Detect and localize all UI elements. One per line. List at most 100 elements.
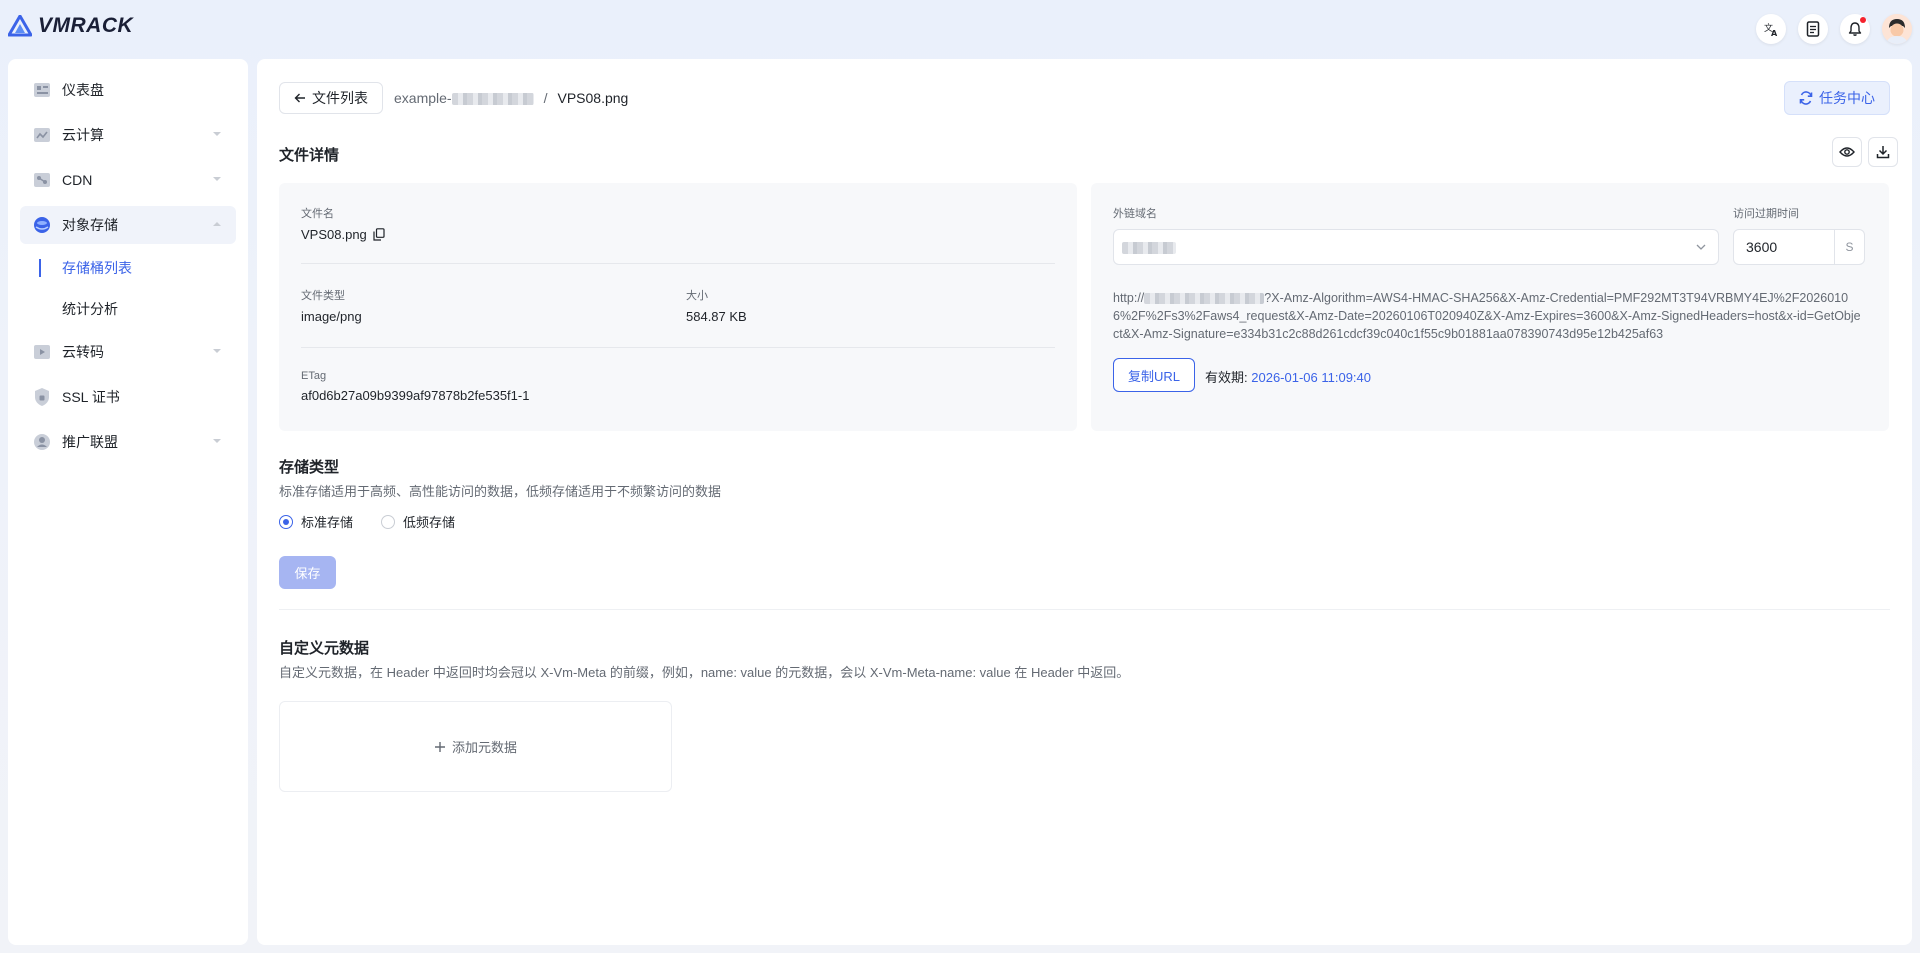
- radio-unchecked-icon: [381, 514, 396, 529]
- expire-unit: S: [1834, 230, 1864, 264]
- task-center-label: 任务中心: [1819, 90, 1875, 106]
- radio-checked-icon: [279, 514, 293, 529]
- ssl-shield-icon: [32, 387, 52, 407]
- back-button-label: 文件列表: [312, 90, 368, 106]
- sidebar-subitem-bucket-list[interactable]: 存储桶列表: [20, 251, 236, 285]
- breadcrumb-separator: /: [543, 90, 548, 106]
- copy-icon[interactable]: [373, 228, 385, 241]
- sidebar-item-label: 仪表盘: [62, 82, 104, 98]
- svg-text:A: A: [1771, 29, 1778, 37]
- expire-time-input[interactable]: 3600 S: [1733, 229, 1865, 265]
- sidebar-item-label: CDN: [62, 172, 93, 188]
- add-metadata-label: 添加元数据: [451, 740, 517, 755]
- filename-value: VPS08.png: [301, 227, 367, 242]
- custom-metadata-title: 自定义元数据: [279, 640, 370, 657]
- redacted-text: [451, 93, 534, 106]
- sidebar-item-label: SSL 证书: [62, 389, 120, 405]
- radio-infrequent-storage[interactable]: 低频存储: [381, 512, 455, 531]
- preview-button[interactable]: [1832, 137, 1862, 167]
- sidebar-item-dashboard[interactable]: 仪表盘: [20, 71, 236, 109]
- file-size-value: 584.87 KB: [686, 309, 747, 324]
- chevron-down-icon: [213, 439, 221, 443]
- redacted-domain: [1122, 242, 1176, 254]
- storage-type-radio-group: 标准存储 低频存储: [279, 512, 455, 531]
- copy-url-button[interactable]: 复制URL: [1113, 358, 1196, 392]
- vmrack-logo-icon: [8, 15, 32, 37]
- eye-icon: [1839, 147, 1855, 157]
- chevron-down-icon: [213, 349, 221, 353]
- save-button[interactable]: 保存: [279, 556, 336, 589]
- add-metadata-button[interactable]: 添加元数据: [279, 701, 672, 792]
- cdn-icon: [32, 170, 52, 190]
- plus-icon: [434, 741, 445, 752]
- sidebar-item-transcode[interactable]: 云转码: [20, 333, 236, 371]
- sidebar-item-object-storage[interactable]: 对象存储: [20, 206, 236, 244]
- download-button[interactable]: [1868, 137, 1898, 167]
- cloud-compute-icon: [32, 125, 52, 145]
- dashboard-icon: [32, 80, 52, 100]
- validity-label: 有效期:: [1205, 370, 1248, 385]
- bell-icon: [1848, 22, 1862, 36]
- sidebar-subitem-statistics[interactable]: 统计分析: [20, 292, 236, 326]
- arrow-left-icon: [294, 93, 305, 103]
- chevron-down-icon: [213, 132, 221, 136]
- breadcrumb-bucket-label: example-: [394, 90, 452, 106]
- brand-logo[interactable]: VMRACK: [8, 14, 133, 38]
- translate-icon: 文 A: [1764, 22, 1778, 37]
- download-icon: [1876, 146, 1890, 159]
- back-to-file-list-button[interactable]: 文件列表: [279, 82, 383, 114]
- validity: 有效期: 2026-01-06 11:09:40: [1205, 367, 1371, 386]
- storage-type-title: 存储类型: [279, 459, 340, 476]
- main-panel: 文件列表 example- / VPS08.png 任务中心 文件详情 文件名 …: [257, 59, 1912, 945]
- sidebar: 仪表盘 云计算 CDN 对象存储 存储桶列表 统计分析 云转码 SSL 证书 推…: [8, 59, 248, 945]
- custom-metadata-description: 自定义元数据，在 Header 中返回时均会冠以 X-Vm-Meta 的前缀，例…: [279, 665, 1130, 680]
- sidebar-item-cdn[interactable]: CDN: [20, 161, 236, 199]
- sidebar-item-affiliate[interactable]: 推广联盟: [20, 423, 236, 461]
- etag-label: ETag: [301, 370, 327, 382]
- domain-select[interactable]: [1113, 229, 1719, 265]
- file-size-label: 大小: [686, 290, 708, 302]
- sidebar-item-cloud-compute[interactable]: 云计算: [20, 116, 236, 154]
- sidebar-item-label: 对象存储: [62, 217, 118, 233]
- avatar-icon: [1882, 14, 1912, 44]
- brand-name: VMRACK: [38, 14, 134, 37]
- radio-label: 低频存储: [403, 515, 456, 530]
- validity-date: 2026-01-06 11:09:40: [1251, 370, 1371, 385]
- task-center-button[interactable]: 任务中心: [1784, 81, 1890, 115]
- notifications-button[interactable]: [1840, 14, 1870, 44]
- sidebar-item-label: 云转码: [62, 344, 104, 360]
- translate-button[interactable]: 文 A: [1756, 14, 1786, 44]
- filename-label: 文件名: [301, 208, 334, 220]
- url-prefix: http://: [1113, 291, 1145, 305]
- etag-value: af0d6b27a09b9399af97878b2fe535f1-1: [301, 388, 530, 403]
- expire-time-label: 访问过期时间: [1733, 208, 1799, 220]
- expire-time-value: 3600: [1746, 239, 1778, 255]
- domain-label: 外链域名: [1113, 208, 1157, 220]
- file-type-label: 文件类型: [301, 290, 345, 302]
- breadcrumb-bucket[interactable]: example-: [394, 90, 534, 106]
- storage-type-description: 标准存储适用于高频、高性能访问的数据，低频存储适用于不频繁访问的数据: [279, 484, 722, 499]
- file-info-card: 文件名 VPS08.png 文件类型 image/png 大小 584.87 K…: [279, 183, 1077, 431]
- affiliate-icon: [32, 432, 52, 452]
- chevron-down-icon: [213, 177, 221, 181]
- divider: [301, 263, 1055, 264]
- sidebar-item-ssl[interactable]: SSL 证书: [20, 378, 236, 416]
- chevron-up-icon: [213, 222, 221, 226]
- docs-button[interactable]: [1798, 14, 1828, 44]
- refresh-icon: [1799, 91, 1813, 105]
- external-link-card: 外链域名 访问过期时间 3600 S http://?X-Amz-Algorit…: [1091, 183, 1889, 431]
- document-icon: [1806, 21, 1820, 37]
- breadcrumb: example- / VPS08.png: [394, 90, 628, 106]
- user-avatar[interactable]: [1882, 14, 1912, 44]
- divider: [301, 347, 1055, 348]
- transcode-icon: [32, 342, 52, 362]
- file-details-title: 文件详情: [279, 147, 340, 164]
- redacted-host: [1144, 293, 1265, 305]
- sidebar-item-label: 推广联盟: [62, 434, 118, 450]
- radio-label: 标准存储: [301, 515, 354, 530]
- signed-url-text: http://?X-Amz-Algorithm=AWS4-HMAC-SHA256…: [1113, 289, 1865, 343]
- sidebar-item-label: 云计算: [62, 127, 104, 143]
- chevron-down-icon: [1696, 244, 1706, 250]
- top-bar: VMRACK 文 A: [0, 0, 1920, 58]
- radio-standard-storage[interactable]: 标准存储: [279, 512, 353, 531]
